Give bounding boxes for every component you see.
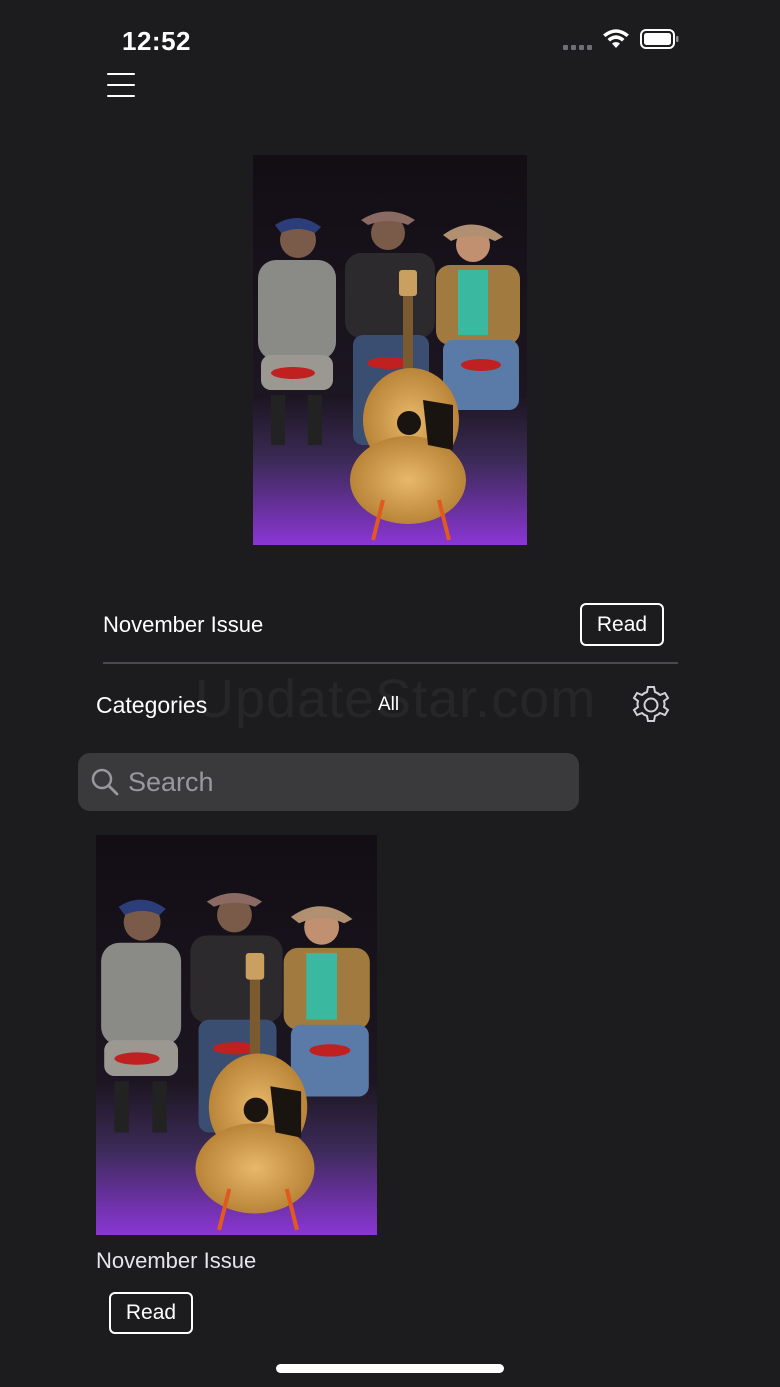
issue-read-button[interactable]: Read: [109, 1292, 193, 1334]
status-icons: [563, 28, 680, 50]
featured-cover-image[interactable]: [253, 155, 527, 545]
issue-cover-image[interactable]: [96, 835, 377, 1235]
home-indicator[interactable]: [276, 1364, 504, 1373]
category-selector[interactable]: All: [378, 694, 399, 716]
search-input[interactable]: [128, 766, 548, 798]
section-divider: [103, 662, 678, 664]
search-icon: [91, 768, 119, 796]
cover-illustration: [96, 835, 377, 1235]
issue-title: November Issue: [96, 1248, 257, 1273]
gear-icon[interactable]: [630, 684, 672, 726]
wifi-icon: [603, 29, 629, 48]
app-screen: 12:52 November Issue Read Categories All…: [0, 0, 780, 1387]
status-time: 12:52: [122, 26, 191, 56]
search-bar[interactable]: [78, 753, 579, 811]
cover-illustration: [253, 155, 527, 545]
categories-label: Categories: [96, 692, 208, 718]
hamburger-menu-icon[interactable]: [107, 73, 135, 99]
cellular-signal-icon: [563, 28, 592, 50]
battery-icon: [640, 29, 679, 49]
featured-read-button[interactable]: Read: [580, 603, 664, 646]
featured-issue-title: November Issue: [103, 612, 264, 637]
